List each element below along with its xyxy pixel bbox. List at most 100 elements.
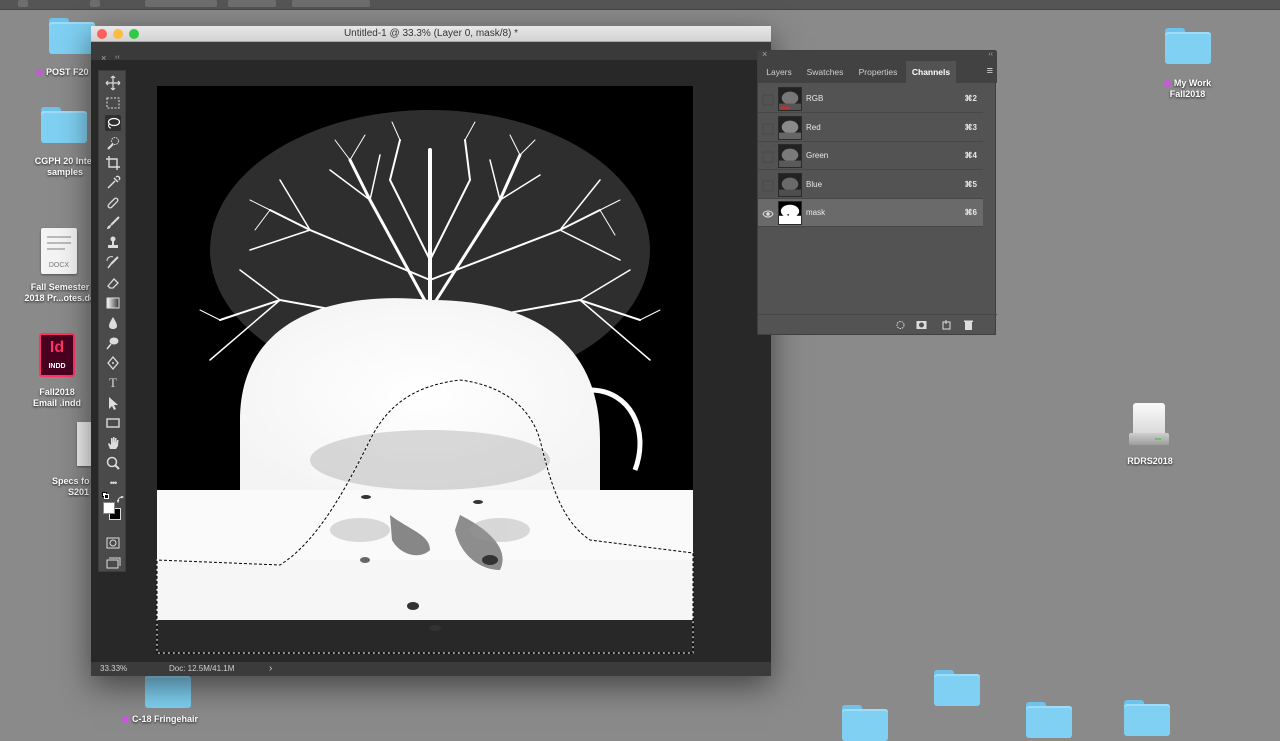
clone-stamp-tool-icon[interactable] [105,235,121,251]
docx-badge: DOCX [48,262,70,269]
screen-mode-icon[interactable] [105,555,121,571]
panel-menu-icon[interactable]: ≡ [987,65,993,77]
mask-channel-image[interactable] [130,60,771,662]
folder-icon[interactable] [1124,700,1170,736]
tab-channels[interactable]: Channels [906,61,956,83]
pen-tool-icon[interactable] [105,355,121,371]
tools-panel: × ‹‹ T ••• [98,53,126,572]
lasso-tool-icon[interactable] [105,115,121,131]
tools-close-button[interactable]: × [101,53,106,63]
rectangle-tool-icon[interactable] [105,415,121,431]
eyedropper-tool-icon[interactable] [105,175,121,191]
fall2018-email-label[interactable]: Fall2018 Email .indd [17,387,97,409]
eraser-tool-icon[interactable] [105,275,121,291]
channel-thumbnail [778,87,802,111]
channel-thumbnail [778,201,802,225]
drive-icon[interactable] [1129,403,1169,447]
quick-mask-icon[interactable] [105,535,121,551]
tab-layers[interactable]: Layers [760,61,798,83]
tab-properties[interactable]: Properties [852,61,904,83]
channel-name: Green [806,151,829,160]
status-bar: 33.33% Doc: 12.5M/41.1M › [91,662,771,676]
marquee-tool-icon[interactable] [105,95,121,111]
document-title: Untitled-1 @ 33.3% (Layer 0, mask/8) * [343,28,519,39]
indesign-glyph: Id [49,339,65,356]
folder-icon[interactable] [934,670,980,706]
channel-thumbnail [778,172,802,197]
channel-shortcut: ⌘3 [964,122,977,132]
tab-swatches[interactable]: Swatches [800,61,850,83]
zoom-tool-icon[interactable] [105,455,121,471]
move-tool-icon[interactable] [105,75,121,91]
menubar-control[interactable] [90,0,100,7]
panel-collapse-button[interactable]: ‹‹ [988,51,993,58]
bottom-folder-icon[interactable] [145,672,191,708]
channel-row-rgb[interactable]: RGB ⌘2 [758,85,983,113]
channel-name: Red [806,122,821,132]
healing-brush-tool-icon[interactable] [105,195,121,211]
default-colors-icon[interactable] [102,492,110,500]
menubar-control[interactable] [292,0,370,7]
quick-selection-tool-icon[interactable] [105,135,121,151]
my-work-folder-icon[interactable] [1165,28,1211,64]
indd-badge: INDD [48,363,66,370]
document-size: Doc: 12.5M/41.1M [169,664,235,673]
zoom-level[interactable]: 33.33% [100,662,127,676]
document-tab-strip [91,42,771,60]
drive-label[interactable]: RDRS2018 [1110,456,1190,467]
channel-name: RGB [806,94,824,103]
window-titlebar[interactable]: Untitled-1 @ 33.3% (Layer 0, mask/8) * [91,26,771,42]
specs-file-label[interactable]: Specs fo S201 [52,476,92,498]
folder-icon[interactable] [842,705,888,741]
delete-channel-icon[interactable] [963,320,974,330]
crop-tool-icon[interactable] [105,155,121,171]
specs-file-icon[interactable] [77,422,91,466]
menubar-control[interactable] [228,0,276,7]
my-work-folder-label[interactable]: My Work Fall2018 [1150,78,1225,100]
save-selection-as-channel-icon[interactable] [916,320,927,330]
panel-close-button[interactable]: × [762,49,767,59]
post-folder-label[interactable]: POST F20 [36,67,96,78]
visibility-eye-icon[interactable] [762,179,774,191]
indesign-file-icon[interactable]: Id INDD [39,333,75,377]
load-channel-as-selection-icon[interactable] [895,320,906,330]
panel-header-bar: × ‹‹ [758,49,997,61]
foreground-color-swatch[interactable] [103,502,115,514]
channel-shortcut: ⌘4 [964,151,977,160]
channel-name: mask [806,208,826,217]
type-tool-icon[interactable]: T [105,375,121,391]
hand-tool-icon[interactable] [105,435,121,451]
channel-shortcut: ⌘6 [964,208,977,217]
channel-row-green[interactable]: Green ⌘4 [758,142,983,170]
canvas-area[interactable] [130,60,771,662]
menubar-control[interactable] [145,0,217,7]
brush-tool-icon[interactable] [105,215,121,231]
new-channel-icon[interactable] [941,320,952,330]
tools-collapse-button[interactable]: ‹‹ [115,54,120,61]
visibility-eye-icon[interactable] [762,122,774,134]
channel-thumbnail [778,115,802,140]
visibility-eye-icon[interactable] [762,93,774,106]
visibility-eye-icon[interactable] [762,207,774,219]
dodge-tool-icon[interactable] [105,335,121,351]
channels-panel: × ‹‹ Layers Swatches Properties Channels… [757,49,997,335]
more-tools-icon[interactable]: ••• [105,475,121,491]
gradient-tool-icon[interactable] [105,295,121,311]
status-menu-arrow[interactable]: › [269,662,272,676]
top-menubar [0,0,1280,10]
path-selection-tool-icon[interactable] [105,395,121,411]
blur-tool-icon[interactable] [105,315,121,331]
folder-icon[interactable] [1026,702,1072,738]
channel-row-blue[interactable]: Blue ⌘5 [758,171,983,199]
menubar-control[interactable] [18,0,28,7]
swap-colors-icon[interactable] [116,491,125,504]
channel-thumbnail [778,144,802,168]
post-folder-icon[interactable] [49,18,95,54]
docx-file-icon[interactable]: DOCX [41,228,77,274]
panel-tabs: Layers Swatches Properties Channels ≡ [758,61,997,83]
cgph-folder-icon[interactable] [41,107,87,143]
visibility-eye-icon[interactable] [762,150,774,163]
channel-row-mask[interactable]: mask ⌘6 [758,199,983,227]
history-brush-tool-icon[interactable] [105,255,121,271]
channel-row-red[interactable]: Red ⌘3 [758,114,983,142]
